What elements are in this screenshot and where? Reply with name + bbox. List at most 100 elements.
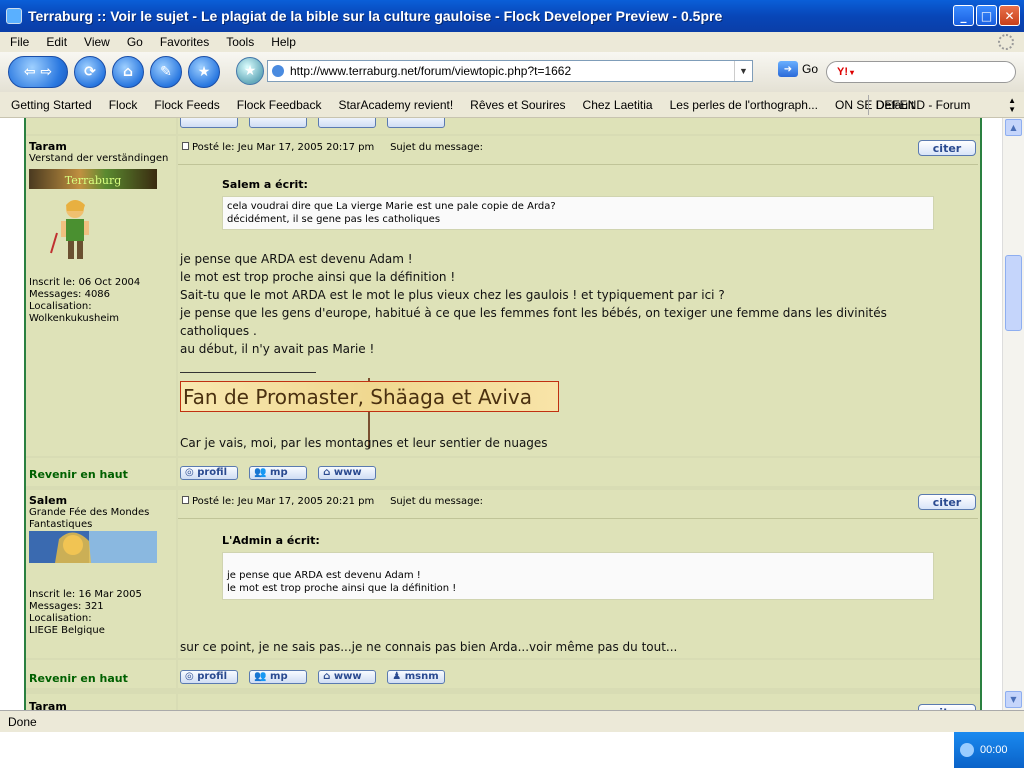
scroll-up-button[interactable]: ▲ [1005,119,1022,136]
go-arrow-icon: ➜ [778,61,798,77]
post-author-name[interactable]: Taram [29,700,173,710]
menu-view[interactable]: View [74,35,117,49]
bookmark-getting-started[interactable]: Getting Started [0,98,98,112]
url-text: http://www.terraburg.net/forum/viewtopic… [290,64,572,78]
website-button[interactable]: ⌂ www [318,465,377,480]
forum-table: Taram Verstand der verständingen Terrabu… [26,118,980,710]
scroll-down-button[interactable]: ▼ [1005,691,1022,708]
quote-line: décidément, il se gene pas les catholiqu… [227,214,441,225]
back-to-top-link[interactable]: Revenir en haut [29,468,128,481]
bookmark-collection-value: Default [876,98,915,112]
bookmark-perles-orthographe[interactable]: Les perles de l'orthograph... [659,98,824,112]
system-tray: 00:00 [954,732,1024,768]
back-forward-button[interactable]: ⇦ ⇨ [8,56,68,88]
navigation-toolbar: ⇦ ⇨ ⟳ ⌂ ✎ ★ ★ http://www.terraburg.net/f… [0,52,1024,92]
favorites-star-icon[interactable]: ★ [188,56,220,88]
menu-favorites[interactable]: Favorites [150,35,216,49]
menu-tools[interactable]: Tools [216,35,261,49]
menu-go[interactable]: Go [117,35,150,49]
bookmark-staracademy[interactable]: StarAcademy revient! [327,98,459,112]
quote-box: je pense que ARDA est devenu Adam ! le m… [222,552,934,600]
network-icon[interactable] [960,743,974,757]
back-to-top-link[interactable]: Revenir en haut [29,672,128,685]
menu-edit[interactable]: Edit [36,35,74,49]
taskbar: 00:00 [0,732,1024,768]
blog-editor-icon[interactable]: ✎ [150,56,182,88]
post-header: Posté le: Jeu Mar 17, 2005 20:17 pm Suje… [192,142,483,153]
signature-text: Car je vais, moi, par les montagnes et l… [180,436,548,450]
search-input[interactable]: Y! ▾ [826,61,1016,83]
post-author-name[interactable]: Salem [29,494,173,507]
site-favicon [272,65,284,77]
profile-button[interactable]: ◎ profil [180,465,238,480]
window-title: Terraburg :: Voir le sujet - Le plagiat … [28,8,723,24]
post-body-cell: Posté le: Jeu Mar 17, 2005 20:17 pm Suje… [178,136,980,456]
bookmark-reves-sourires[interactable]: Rêves et Sourires [459,98,571,112]
page-viewport: Taram Verstand der verständingen Terrabu… [0,118,1024,710]
clock[interactable]: 00:00 [980,744,1008,756]
star-bookmark-icon[interactable]: ★ [236,57,264,85]
author-location: LIEGE Belgique [29,625,105,636]
quote-button[interactable]: citer [918,494,976,510]
website-button[interactable]: ⌂ www [318,669,377,684]
signature-separator [180,372,316,373]
post-text: sur ce point, je ne sais pas...je ne con… [180,640,678,654]
post-icon[interactable] [182,496,189,504]
menu-bar: File Edit View Go Favorites Tools Help [0,32,1024,52]
prev-www-button[interactable] [318,118,377,128]
post-author-cell: Salem Grande Fée des Mondes Fantastiques… [26,490,176,658]
quote-box: cela voudrai dire que La vierge Marie es… [222,196,934,230]
profile-button[interactable]: ◎ profil [180,669,238,684]
post-header: Posté le: Jeu Mar 17, 2005 20:21 pm Suje… [192,496,483,507]
scroll-thumb[interactable] [1005,255,1022,331]
post-icon[interactable] [182,142,189,150]
window-titlebar: Terraburg :: Voir le sujet - Le plagiat … [0,0,1024,32]
bookmark-flock-feeds[interactable]: Flock Feeds [143,98,225,112]
bookmark-flock[interactable]: Flock [98,98,144,112]
frame-border-right [980,118,982,710]
post-author-cell: Taram Verstand der verständingen Terrabu… [26,136,176,456]
author-joined: Inscrit le: 06 Oct 2004 [29,277,141,288]
home-icon[interactable]: ⌂ [112,56,144,88]
url-bar[interactable]: http://www.terraburg.net/forum/viewtopic… [267,60,753,82]
quote-button[interactable]: citer [918,140,976,156]
bookmark-flock-feedback[interactable]: Flock Feedback [226,98,328,112]
person-icon: ♟ [392,670,402,682]
status-text: Done [8,714,37,729]
users-icon: 👥 [254,466,267,478]
go-button[interactable]: ➜ Go [778,61,818,77]
prev-profil-button[interactable] [180,118,238,128]
yahoo-search-icon[interactable]: Y! [837,66,848,78]
private-message-button[interactable]: 👥 mp [249,669,308,684]
avatar [29,531,157,563]
house-icon: ⌂ [323,466,331,478]
vertical-scrollbar[interactable]: ▲ ▼ [1002,118,1024,710]
author-messages: Messages: 4086 [29,289,111,300]
rank-image-text: Terraburg [64,174,122,187]
minimize-button[interactable]: _ [953,5,974,26]
profile-icon: ◎ [185,466,194,478]
author-location: Wolkenkukusheim [29,313,119,324]
post-author-name[interactable]: Taram [29,140,173,153]
prev-mp-button[interactable] [249,118,308,128]
reload-icon[interactable]: ⟳ [74,56,106,88]
url-dropdown-button[interactable]: ▼ [734,61,752,81]
bookmark-chez-laetitia[interactable]: Chez Laetitia [572,98,659,112]
close-button[interactable]: ✕ [999,5,1020,26]
quote-author: L'Admin a écrit: [222,534,320,547]
msn-button[interactable]: ♟ msnm [387,669,446,684]
status-bar: Done [0,710,1024,732]
prev-msnm-button[interactable] [387,118,446,128]
post-row: Taram Verstand der verständingen Terrabu… [26,136,980,456]
author-location-label: Localisation: [29,613,92,624]
post-author-rank: Grande Fée des Mondes Fantastiques [29,507,150,530]
quote-author: Salem a écrit: [222,178,308,191]
author-joined: Inscrit le: 16 Mar 2005 [29,589,142,600]
maximize-button[interactable]: □ [976,5,997,26]
menu-file[interactable]: File [0,35,36,49]
search-engine-dropdown-icon[interactable]: ▾ [850,68,854,77]
private-message-button[interactable]: 👥 mp [249,465,308,480]
menu-help[interactable]: Help [261,35,303,49]
profile-icon: ◎ [185,670,194,682]
bookmark-collection-select[interactable]: Default ▲ ▼ [868,95,1020,115]
